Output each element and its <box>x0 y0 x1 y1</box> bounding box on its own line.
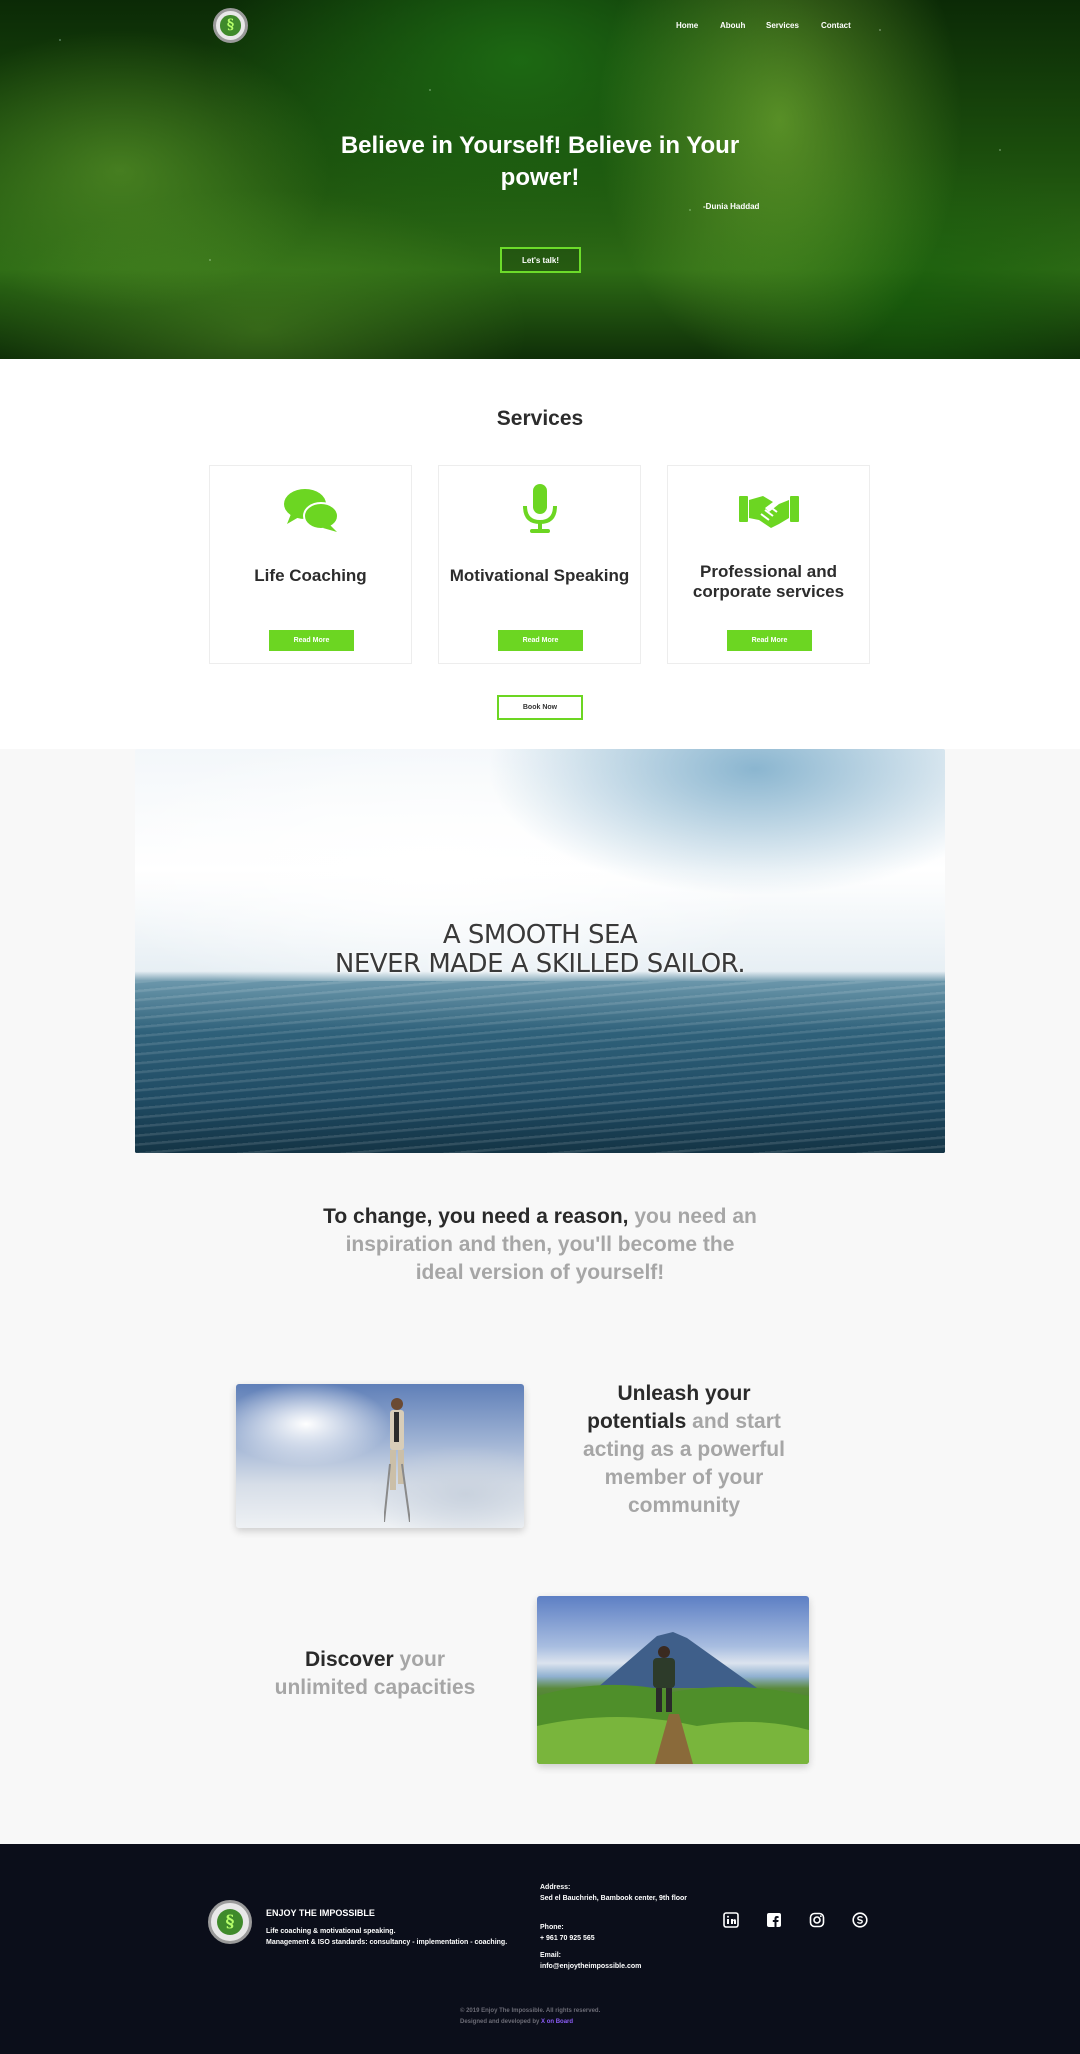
phone-value[interactable]: + 961 70 925 565 <box>540 1933 700 1944</box>
banner-quote-line2: NEVER MADE A SKILLED SAILOR. <box>334 949 746 979</box>
banner-sea <box>135 981 945 1153</box>
feature-unleash: Unleash your potentials and start acting… <box>574 1380 794 1520</box>
footer-logo[interactable]: § <box>208 1900 252 1944</box>
footer-copyright: © 2019 Enjoy The Impossible. All rights … <box>460 2006 600 2028</box>
footer-address: Address: Sed el Bauchrieh, Bambook cente… <box>540 1882 700 1904</box>
footer-desc-line1: Life coaching & motivational speaking. <box>266 1928 396 1935</box>
nav-contact[interactable]: Contact <box>821 21 851 30</box>
address-label: Address: <box>540 1884 571 1891</box>
skype-icon[interactable] <box>852 1912 868 1928</box>
feature-discover-strong: Discover <box>304 1648 394 1671</box>
handshake-icon <box>739 496 799 528</box>
feature-discover: Discover your unlimited capacities <box>260 1646 490 1702</box>
main-nav: Home Abouh Services Contact <box>0 21 1080 35</box>
nav-about[interactable]: Abouh <box>720 21 745 30</box>
services-section: Services Life Coaching Read More Motivat… <box>0 359 1080 749</box>
credit-line: Designed and developed by X on Board <box>460 2017 600 2028</box>
banner-quote-line1: A SMOOTH SEA <box>442 920 638 950</box>
copyright-text: © 2019 Enjoy The Impossible. All rights … <box>460 2008 601 2014</box>
email-label: Email: <box>540 1952 562 1959</box>
services-title: Services <box>496 407 584 430</box>
credit-prefix: Designed and developed by <box>460 2019 540 2025</box>
mountain-hiker-photo <box>537 1596 809 1764</box>
service-card-corporate: Professional and corporate services Read… <box>667 465 870 664</box>
change-strong: To change, you need a reason, <box>323 1205 629 1228</box>
service-card-life-coaching: Life Coaching Read More <box>209 465 412 664</box>
service-title: Professional and corporate services <box>692 562 845 601</box>
footer-brand: ENJOY THE IMPOSSIBLE <box>266 1908 375 1918</box>
mountain-landscape <box>537 1632 809 1764</box>
credit-brand-link[interactable]: X on Board <box>541 2019 573 2025</box>
site-footer: § ENJOY THE IMPOSSIBLE Life coaching & m… <box>0 1844 1080 2054</box>
person-on-ladder-figure <box>384 1398 410 1522</box>
phone-label: Phone: <box>540 1924 564 1931</box>
nav-services[interactable]: Services <box>766 21 799 30</box>
footer-description: Life coaching & motivational speaking. M… <box>266 1926 516 1948</box>
footer-phone: Phone: + 961 70 925 565 <box>540 1922 700 1944</box>
banner-quote: A SMOOTH SEA NEVER MADE A SKILLED SAILOR… <box>135 921 945 979</box>
logo-icon: § <box>216 1908 244 1936</box>
service-card-motivational-speaking: Motivational Speaking Read More <box>438 465 641 664</box>
linkedin-icon[interactable] <box>723 1912 739 1928</box>
read-more-button[interactable]: Read More <box>498 630 583 651</box>
change-statement: To change, you need a reason, you need a… <box>320 1203 760 1287</box>
book-now-button[interactable]: Book Now <box>497 695 583 720</box>
service-title: Life Coaching <box>254 566 367 585</box>
lets-talk-button[interactable]: Let's talk! <box>500 247 581 273</box>
read-more-button[interactable]: Read More <box>269 630 354 651</box>
chat-bubbles-icon <box>284 489 339 532</box>
read-more-button[interactable]: Read More <box>727 630 812 651</box>
address-value: Sed el Bauchrieh, Bambook center, 9th fl… <box>540 1895 688 1902</box>
service-title: Motivational Speaking <box>449 566 630 585</box>
hero-author: -Dunia Haddad <box>703 202 760 211</box>
facebook-icon[interactable] <box>766 1912 782 1928</box>
ladder-man-photo <box>236 1384 524 1528</box>
quote-banner-image: A SMOOTH SEA NEVER MADE A SKILLED SAILOR… <box>135 749 945 1153</box>
hero-title: Believe in Yourself! Believe in Your pow… <box>340 132 740 191</box>
instagram-icon[interactable] <box>809 1912 825 1928</box>
footer-email: Email: info@enjoytheimpossible.com <box>540 1950 700 1972</box>
nav-home[interactable]: Home <box>676 21 698 30</box>
footer-desc-line2: Management & ISO standards: consultancy … <box>266 1939 508 1946</box>
email-value[interactable]: info@enjoytheimpossible.com <box>540 1961 700 1972</box>
microphone-icon <box>523 484 557 533</box>
hero-section: § Home Abouh Services Contact Believe in… <box>0 0 1080 359</box>
